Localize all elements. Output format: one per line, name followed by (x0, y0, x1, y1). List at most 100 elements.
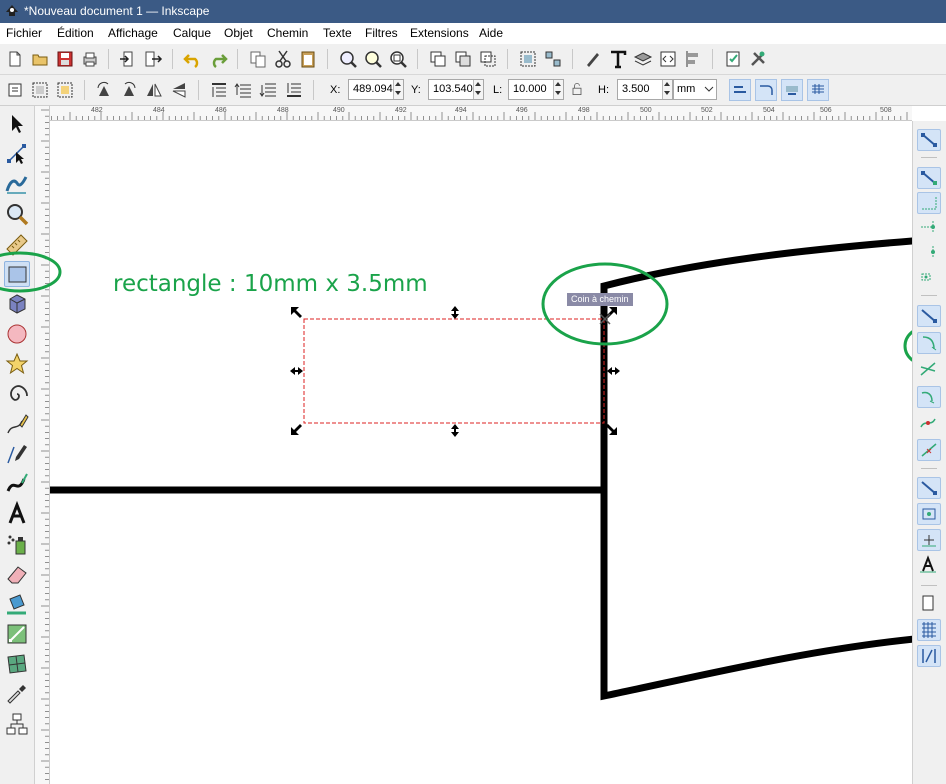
dropper-icon[interactable] (4, 681, 30, 707)
snap-text-baseline-icon[interactable] (917, 555, 941, 577)
scale-stroke-toggle[interactable] (729, 79, 751, 101)
unlink-clone-icon[interactable] (478, 49, 498, 69)
spiral-icon[interactable] (4, 381, 30, 407)
raise-to-top-icon[interactable] (209, 80, 229, 100)
flip-vertical-icon[interactable] (169, 80, 189, 100)
snap-guides-icon[interactable] (917, 645, 941, 667)
menu-extensions[interactable]: Extensions (410, 26, 469, 40)
menu-calque[interactable]: Calque (173, 26, 211, 40)
snap-bbox-midpoints-icon[interactable] (917, 242, 941, 264)
select-all-layers-icon[interactable] (30, 80, 50, 100)
box3d-icon[interactable] (4, 291, 30, 317)
copy-icon[interactable] (248, 49, 268, 69)
height-stepper[interactable] (662, 80, 672, 99)
ellipse-icon[interactable] (4, 321, 30, 347)
save-icon[interactable] (55, 49, 75, 69)
tweak-icon[interactable] (4, 171, 30, 197)
align-distribute-icon[interactable] (683, 49, 703, 69)
open-folder-icon[interactable] (30, 49, 50, 69)
menu-aide[interactable]: Aide (479, 26, 503, 40)
undo-icon[interactable] (183, 49, 203, 69)
scale-corners-toggle[interactable] (755, 79, 777, 101)
drawing-canvas[interactable] (50, 121, 912, 784)
snap-bbox-icon[interactable] (917, 167, 941, 189)
snap-bbox-center-icon[interactable] (917, 267, 941, 289)
snap-smooth-nodes-icon[interactable] (917, 413, 941, 435)
clone-icon[interactable] (453, 49, 473, 69)
gradient-icon[interactable] (4, 621, 30, 647)
connector-icon[interactable] (4, 711, 30, 737)
vertical-ruler[interactable] (35, 106, 50, 784)
move-patterns-toggle[interactable] (807, 79, 829, 101)
text-icon[interactable] (4, 501, 30, 527)
menu-objet[interactable]: Objet (224, 26, 253, 40)
paste-icon[interactable] (298, 49, 318, 69)
node-editor-icon[interactable] (4, 141, 30, 167)
print-icon[interactable] (80, 49, 100, 69)
rotate-ccw-icon[interactable] (94, 80, 114, 100)
document-properties-icon[interactable] (723, 49, 743, 69)
lower-icon[interactable] (259, 80, 279, 100)
lock-ratio-icon[interactable] (569, 81, 585, 97)
snap-object-centers-icon[interactable] (917, 503, 941, 525)
menu-edition[interactable]: Édition (57, 26, 94, 40)
new-document-icon[interactable] (5, 49, 25, 69)
import-icon[interactable] (118, 49, 138, 69)
x-spinbox[interactable]: 489.094 (348, 79, 404, 100)
snap-bbox-corners-icon[interactable] (917, 217, 941, 239)
snap-path-intersections-icon[interactable] (917, 359, 941, 381)
snap-bbox-edges-icon[interactable] (917, 192, 941, 214)
horizontal-ruler[interactable]: 482 484 486 488 490 492 494 496 498 500 … (35, 106, 912, 121)
snap-paths-icon[interactable] (917, 332, 941, 354)
menu-filtres[interactable]: Filtres (365, 26, 398, 40)
menu-chemin[interactable]: Chemin (267, 26, 308, 40)
paint-bucket-icon[interactable] (4, 591, 30, 617)
duplicate-icon[interactable] (428, 49, 448, 69)
snap-cusp-nodes-icon[interactable] (917, 386, 941, 408)
selector-arrow-icon[interactable] (4, 111, 30, 137)
eraser-icon[interactable] (4, 561, 30, 587)
spray-icon[interactable] (4, 531, 30, 557)
unit-select[interactable]: mm (673, 79, 717, 100)
rectangle-icon[interactable] (4, 261, 30, 287)
snap-line-midpoints-icon[interactable] (917, 439, 941, 461)
y-stepper[interactable] (473, 80, 483, 99)
menu-fichier[interactable]: Fichier (6, 26, 42, 40)
x-stepper[interactable] (393, 80, 403, 99)
text-font-icon[interactable] (608, 49, 628, 69)
width-spinbox[interactable]: 10.000 (508, 79, 564, 100)
xml-editor-icon[interactable] (658, 49, 678, 69)
export-icon[interactable] (143, 49, 163, 69)
snap-others-icon[interactable] (917, 477, 941, 499)
deselect-icon[interactable] (55, 80, 75, 100)
fill-stroke-icon[interactable] (583, 49, 603, 69)
pencil-icon[interactable] (4, 411, 30, 437)
group-icon[interactable] (518, 49, 538, 69)
redo-icon[interactable] (208, 49, 228, 69)
move-gradients-toggle[interactable] (781, 79, 803, 101)
rotate-cw-icon[interactable] (119, 80, 139, 100)
snap-page-border-icon[interactable] (917, 593, 941, 615)
height-spinbox[interactable]: 3.500 (617, 79, 673, 100)
star-icon[interactable] (4, 351, 30, 377)
zoom-icon[interactable] (4, 201, 30, 227)
mesh-icon[interactable] (4, 651, 30, 677)
flip-horizontal-icon[interactable] (144, 80, 164, 100)
zoom-drawing-icon[interactable] (363, 49, 383, 69)
zoom-page-icon[interactable] (388, 49, 408, 69)
select-all-icon[interactable] (5, 80, 25, 100)
menu-texte[interactable]: Texte (323, 26, 352, 40)
raise-icon[interactable] (234, 80, 254, 100)
y-spinbox[interactable]: 103.540 (428, 79, 484, 100)
ungroup-icon[interactable] (543, 49, 563, 69)
snap-rotation-centers-icon[interactable] (917, 529, 941, 551)
width-stepper[interactable] (553, 80, 563, 99)
snap-grids-icon[interactable] (917, 619, 941, 641)
zoom-selection-icon[interactable] (338, 49, 358, 69)
lower-to-bottom-icon[interactable] (284, 80, 304, 100)
snap-enable-icon[interactable] (917, 129, 941, 151)
menu-affichage[interactable]: Affichage (108, 26, 158, 40)
calligraphy-icon[interactable] (4, 471, 30, 497)
snap-nodes-icon[interactable] (917, 305, 941, 327)
preferences-icon[interactable] (748, 49, 768, 69)
